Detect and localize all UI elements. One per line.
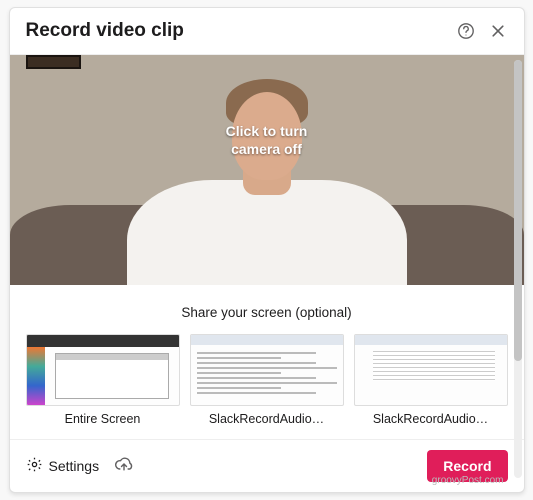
thumbnail: [26, 334, 180, 406]
share-option-label: SlackRecordAudio…: [209, 412, 324, 426]
modal-footer: Settings Record: [10, 439, 524, 492]
cloud-upload-icon: [114, 454, 134, 479]
share-screen-title: Share your screen (optional): [26, 305, 508, 320]
share-option-window-2[interactable]: SlackRecordAudio…: [354, 334, 508, 426]
modal-body: Click to turn camera off Share your scre…: [10, 55, 524, 439]
share-screen-section: Share your screen (optional) Entire Scre…: [10, 285, 524, 436]
settings-button[interactable]: Settings: [26, 456, 100, 476]
modal-header: Record video clip: [10, 8, 524, 55]
camera-preview[interactable]: Click to turn camera off: [10, 55, 524, 285]
modal-title: Record video clip: [26, 20, 184, 42]
record-button[interactable]: Record: [427, 450, 507, 482]
record-video-modal: Record video clip: [9, 7, 525, 493]
thumbnail: [190, 334, 344, 406]
thumbnail: [354, 334, 508, 406]
share-option-label: Entire Screen: [65, 412, 141, 426]
help-icon[interactable]: [456, 21, 476, 41]
share-option-entire-screen[interactable]: Entire Screen: [26, 334, 180, 426]
share-options-row: Entire Screen SlackRecordAudio…: [26, 334, 508, 426]
upload-button[interactable]: [113, 455, 135, 477]
gear-icon: [26, 456, 43, 476]
close-icon[interactable]: [488, 21, 508, 41]
share-option-label: SlackRecordAudio…: [373, 412, 488, 426]
scrollbar-thumb[interactable]: [514, 60, 522, 361]
scrollbar[interactable]: [514, 60, 522, 478]
settings-label: Settings: [49, 458, 100, 474]
camera-overlay-text: Click to turn camera off: [226, 122, 308, 158]
share-option-window-1[interactable]: SlackRecordAudio…: [190, 334, 344, 426]
